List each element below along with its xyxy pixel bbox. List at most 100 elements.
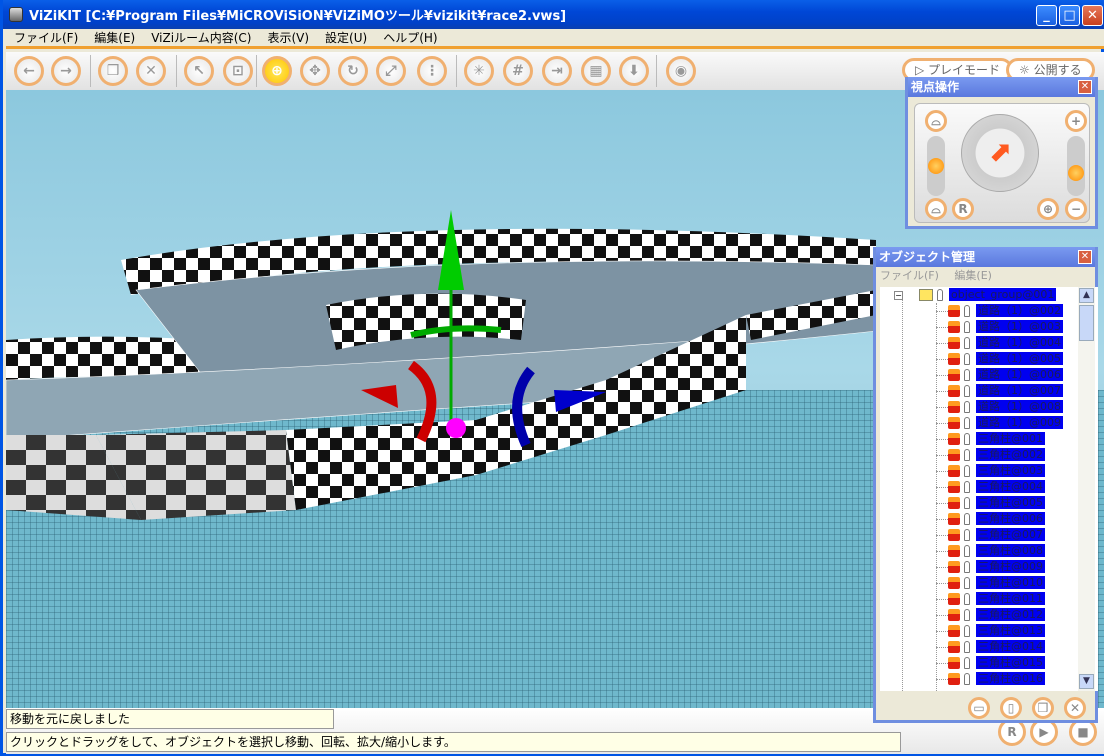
tree-item[interactable]: 三角柱@009 (936, 559, 1045, 575)
scroll-up-icon[interactable]: ▲ (1079, 288, 1094, 303)
tree-scrollbar[interactable]: ▲ ▼ (1078, 287, 1095, 691)
key-icon (964, 593, 970, 605)
window-title: ViZiKIT [C:¥Program Files¥MiCROViSiON¥Vi… (29, 9, 567, 24)
tree-item[interactable]: 三角柱@015 (936, 655, 1045, 671)
select-multi-button[interactable]: ⊡ (223, 56, 253, 86)
object-cube-icon (948, 497, 960, 509)
back-button[interactable]: ← (14, 56, 44, 86)
tilt-down-icon[interactable]: ⌓ (925, 198, 947, 220)
tilt-up-icon[interactable]: ⌓ (925, 110, 947, 132)
tree-item[interactable]: 道路（1）@004 (936, 335, 1063, 351)
object-cube-icon (948, 401, 960, 413)
object-tree: − object_group@001 道路（1）@002 道路（1）@003 道路（1… (880, 287, 1098, 691)
menu-room[interactable]: ViZiルーム内容(C) (143, 29, 259, 46)
axis-button[interactable]: ✳ (464, 56, 494, 86)
tree-item[interactable]: 三角柱@014 (936, 639, 1045, 655)
rename-icon[interactable]: ▯ (1000, 697, 1022, 719)
zoom-out-button[interactable]: − (1065, 198, 1087, 220)
tree-item-label: 三角柱@004 (976, 480, 1045, 493)
delete-button[interactable]: ✕ (136, 56, 166, 86)
tree-item[interactable]: 三角柱@003 (936, 463, 1045, 479)
select-button[interactable]: ↖ (184, 56, 214, 86)
tree-item-label: 三角柱@014 (976, 640, 1045, 653)
gizmo-center[interactable] (446, 418, 466, 438)
menu-file[interactable]: ファイル(F) (6, 29, 86, 46)
compass-needle-icon: ⬆ (980, 132, 1021, 173)
key-icon (964, 497, 970, 509)
object-cube-icon (948, 481, 960, 493)
object-cube-icon (948, 513, 960, 525)
object-cube-icon (948, 673, 960, 685)
toolbar-separator (456, 55, 457, 87)
key-icon (964, 337, 970, 349)
tree-group-row[interactable]: − object_group@001 (894, 287, 1057, 303)
move-target-button[interactable]: ⊕ (262, 56, 292, 86)
collapse-toggle[interactable]: − (894, 291, 903, 300)
tree-item[interactable]: 道路（1）@006 (936, 367, 1063, 383)
tree-item[interactable]: 道路（1）@008 (936, 399, 1063, 415)
tree-item[interactable]: 三角柱@013 (936, 623, 1045, 639)
menu-settings[interactable]: 設定(U) (317, 29, 375, 46)
tree-item[interactable]: 三角柱@001 (936, 431, 1045, 447)
tilt-slider[interactable] (927, 136, 945, 196)
rotate-button[interactable]: ↻ (338, 56, 368, 86)
key-icon (937, 289, 943, 301)
forward-button[interactable]: → (51, 56, 81, 86)
scroll-thumb[interactable] (1079, 305, 1094, 341)
key-icon (964, 433, 970, 445)
tree-item[interactable]: 道路（1）@005 (936, 351, 1063, 367)
zoom-slider-knob[interactable] (1068, 164, 1084, 181)
tree-item[interactable]: 道路（1）@003 (936, 319, 1063, 335)
tree-item[interactable]: 三角柱@010 (936, 575, 1045, 591)
tree-item[interactable]: 三角柱@008 (936, 543, 1045, 559)
close-icon[interactable]: ✕ (1078, 250, 1092, 264)
tree-item[interactable]: 三角柱@012 (936, 607, 1045, 623)
tree-item[interactable]: 三角柱@006 (936, 511, 1045, 527)
tree-item[interactable]: 三角柱@016 (936, 671, 1045, 687)
drop-button[interactable]: ⬇ (619, 56, 649, 86)
copy-object-icon[interactable]: ❒ (1032, 697, 1054, 719)
panel-menu-file[interactable]: ファイル(F) (880, 269, 939, 282)
tree-item[interactable]: 三角柱@011 (936, 591, 1045, 607)
tree-item[interactable]: 三角柱@007 (936, 527, 1045, 543)
menu-help[interactable]: ヘルプ(H) (375, 29, 445, 46)
tree-item-label: 三角柱@012 (976, 608, 1045, 621)
snap-off-button[interactable]: ⇥ (542, 56, 572, 86)
close-button[interactable]: ✕ (1082, 5, 1103, 26)
tree-item-label: 三角柱@002 (976, 448, 1045, 461)
key-icon (964, 417, 970, 429)
compass-dial[interactable]: ⬆ (961, 114, 1039, 192)
camera-button[interactable]: ◉ (666, 56, 696, 86)
zoom-in-button[interactable]: + (1065, 110, 1087, 132)
tree-item[interactable]: 三角柱@004 (936, 479, 1045, 495)
tree-item[interactable]: 道路（1）@009 (936, 415, 1063, 431)
object-button[interactable]: ❒ (98, 56, 128, 86)
menu-edit[interactable]: 編集(E) (86, 29, 143, 46)
close-icon[interactable]: ✕ (1078, 80, 1092, 94)
tree-item-label: 道路（1）@006 (976, 368, 1063, 381)
box-off-button[interactable]: ▦ (581, 56, 611, 86)
xyz-button[interactable]: ⋮ (417, 56, 447, 86)
new-folder-icon[interactable]: ▭ (968, 697, 990, 719)
tree-item[interactable]: 道路（1）@007 (936, 383, 1063, 399)
target-button[interactable]: ⊕ (1037, 198, 1059, 220)
key-icon (964, 673, 970, 685)
menu-view[interactable]: 表示(V) (259, 29, 317, 46)
zoom-slider[interactable] (1067, 136, 1085, 196)
scroll-down-icon[interactable]: ▼ (1079, 674, 1094, 689)
tree-item[interactable]: 三角柱@002 (936, 447, 1045, 463)
scale-button[interactable]: ⤢ (376, 56, 406, 86)
grid-on-button[interactable]: # (503, 56, 533, 86)
delete-object-icon[interactable]: ✕ (1064, 697, 1086, 719)
panel-menu-edit[interactable]: 編集(E) (954, 269, 992, 282)
maximize-button[interactable]: □ (1059, 5, 1080, 26)
group-label: object_group@001 (949, 288, 1057, 301)
object-cube-icon (948, 657, 960, 669)
reset-view-button[interactable]: R (952, 198, 974, 220)
tree-item[interactable]: 道路（1）@002 (936, 303, 1063, 319)
tree-item-label: 三角柱@001 (976, 432, 1045, 445)
tree-item[interactable]: 三角柱@005 (936, 495, 1045, 511)
tilt-slider-knob[interactable] (928, 158, 944, 174)
move-button[interactable]: ✥ (300, 56, 330, 86)
minimize-button[interactable]: _ (1036, 5, 1057, 26)
